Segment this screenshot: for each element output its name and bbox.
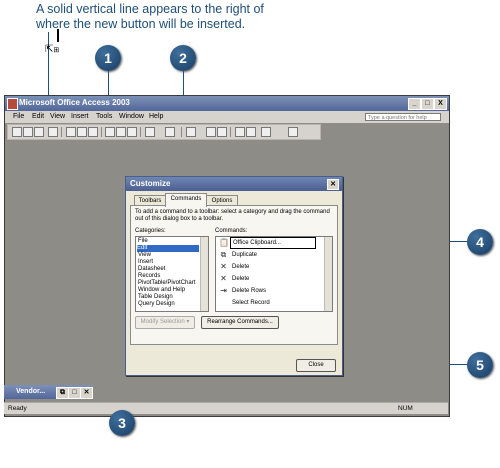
script-icon[interactable] (217, 127, 227, 137)
menu-file[interactable]: File (13, 113, 24, 120)
duplicate-icon: ⧉ (220, 250, 227, 259)
callout-2: 2 (170, 45, 196, 71)
menu-insert[interactable]: Insert (71, 113, 89, 120)
undo-icon[interactable] (145, 127, 155, 137)
tab-commands[interactable]: Commands (165, 193, 207, 207)
code-icon[interactable] (206, 127, 216, 137)
command-item-select-record[interactable]: Select Record (218, 297, 318, 309)
vendor-window-minimized[interactable]: Vendor... ⧉ □ ✕ (4, 385, 93, 399)
close-button[interactable]: Close (296, 359, 336, 372)
vendor-window-title: Vendor... (16, 388, 46, 395)
toolbar-separator (101, 127, 102, 137)
list-item[interactable]: Table Design (138, 294, 173, 301)
access-app-icon (7, 98, 18, 110)
status-ready: Ready (8, 405, 27, 412)
print-icon[interactable] (66, 127, 76, 137)
modify-selection-button[interactable]: Modify Selection ▾ (135, 316, 195, 329)
command-item-delete-2[interactable]: ✕ Delete (218, 273, 318, 285)
analyze-icon[interactable] (186, 127, 196, 137)
callout-4: 4 (467, 229, 493, 255)
menu-window[interactable]: Window (119, 113, 144, 120)
categories-label: Categories: (135, 228, 166, 234)
toolbar-separator (61, 127, 62, 137)
list-item[interactable]: Query Design (138, 301, 175, 308)
relationships-icon[interactable] (246, 127, 256, 137)
callout-3: 3 (109, 410, 135, 436)
commands-list[interactable]: 📋 Office Clipboard... ⧉ Duplicate ✕ Dele… (215, 236, 333, 312)
help-question-box[interactable]: Type a question for help (365, 113, 441, 121)
menu-edit[interactable]: Edit (32, 113, 44, 120)
list-item[interactable]: Window and Help (138, 287, 185, 294)
menu-tools[interactable]: Tools (96, 113, 112, 120)
dialog-title: Customize (130, 179, 171, 188)
properties-icon[interactable] (235, 127, 245, 137)
delete-x-icon: ✕ (220, 262, 227, 271)
command-item-delete-rows[interactable]: ⇥ Delete Rows (218, 285, 318, 297)
save-icon[interactable] (34, 127, 44, 137)
categories-list[interactable]: File Edit View Insert Datasheet Records … (135, 236, 209, 312)
callout-5: 5 (467, 352, 493, 378)
toolbar-separator (181, 127, 182, 137)
new-button-icon[interactable] (48, 127, 58, 137)
list-item[interactable]: Datasheet (138, 266, 165, 273)
blank-icon (219, 299, 228, 307)
toolbar (7, 124, 321, 140)
delete-rows-icon: ⇥ (220, 286, 227, 295)
cut-icon[interactable] (105, 127, 115, 137)
delete-x-icon: ✕ (220, 274, 227, 283)
customize-dialog: Customize ✕ Toolbars Commands Options To… (125, 176, 343, 376)
toolbar-separator (230, 127, 231, 137)
office-links-icon[interactable] (165, 127, 175, 137)
commands-panel: To add a command to a toolbar: select a … (130, 205, 338, 345)
list-item[interactable]: File (138, 238, 148, 245)
close-window-button[interactable]: X (434, 98, 447, 110)
instruction-text: To add a command to a toolbar: select a … (135, 209, 330, 222)
command-item-office-clipboard[interactable]: 📋 Office Clipboard... (218, 237, 318, 249)
new-object-icon[interactable] (261, 127, 271, 137)
open-icon[interactable] (23, 127, 33, 137)
command-item-delete[interactable]: ✕ Delete (218, 261, 318, 273)
menu-help[interactable]: Help (149, 113, 163, 120)
print-preview-icon[interactable] (77, 127, 87, 137)
title-bar: Microsoft Office Access 2003 _ □ X (5, 96, 449, 111)
new-icon[interactable] (12, 127, 22, 137)
spelling-icon[interactable] (88, 127, 98, 137)
maximize-button[interactable]: □ (421, 98, 434, 110)
drag-cursor-icon: ⇱⊞ (45, 44, 60, 55)
paste-icon[interactable] (127, 127, 137, 137)
menu-bar: File Edit View Insert Tools Window Help … (5, 111, 449, 123)
clipboard-icon: 📋 (219, 238, 229, 247)
dialog-close-icon[interactable]: ✕ (327, 179, 339, 190)
commands-scrollbar[interactable] (324, 237, 332, 311)
list-item[interactable]: PivotTable/PivotChart (138, 280, 195, 287)
dialog-title-bar: Customize ✕ (126, 177, 342, 191)
caption-line-1: A solid vertical line appears to the rig… (36, 2, 264, 16)
menu-view[interactable]: View (50, 113, 65, 120)
list-item[interactable]: View (138, 252, 151, 259)
list-item-selected[interactable]: Edit (137, 245, 199, 252)
minimize-button[interactable]: _ (408, 98, 421, 110)
copy-icon[interactable] (116, 127, 126, 137)
status-bar: Ready NUM (4, 402, 448, 414)
caption-line-2: where the new button will be inserted. (36, 17, 246, 31)
rearrange-commands-button[interactable]: Rearrange Commands... (201, 316, 279, 329)
list-item[interactable]: Records (138, 273, 160, 280)
help-icon[interactable] (288, 127, 298, 137)
window-title: Microsoft Office Access 2003 (19, 98, 130, 107)
commands-label: Commands: (215, 228, 248, 234)
close-icon[interactable]: ✕ (80, 387, 93, 399)
command-item-duplicate[interactable]: ⧉ Duplicate (218, 249, 318, 261)
insertion-line (57, 29, 59, 42)
toolbar-separator (140, 127, 141, 137)
list-item[interactable]: Insert (138, 259, 153, 266)
categories-scrollbar[interactable] (200, 237, 208, 311)
status-num: NUM (398, 405, 413, 412)
callout-1: 1 (95, 45, 121, 71)
caption-text: A solid vertical line appears to the rig… (36, 2, 356, 32)
